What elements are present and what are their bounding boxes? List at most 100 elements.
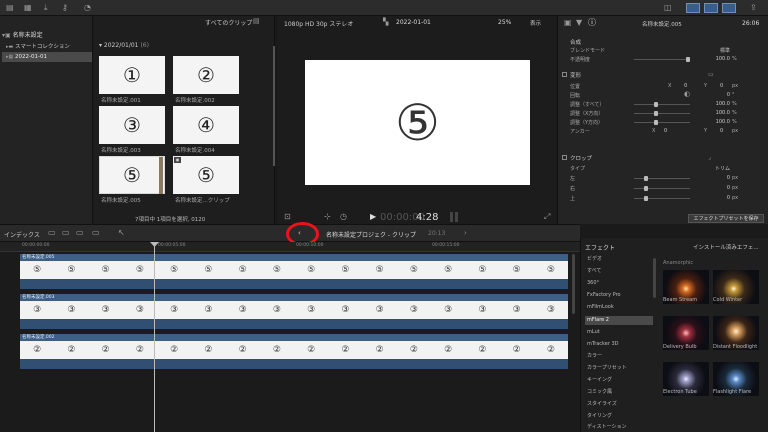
clip-thumbnail[interactable]: ③ bbox=[99, 106, 165, 144]
crop-right-slider[interactable] bbox=[634, 186, 690, 191]
effect-category[interactable]: コミック風 bbox=[585, 388, 653, 397]
transform-overlay-icon[interactable]: ▭ bbox=[708, 70, 714, 80]
blend-mode-dropdown[interactable]: 標準 bbox=[690, 47, 730, 54]
effect-category[interactable]: カラープリセット bbox=[585, 364, 653, 373]
crop-tool-icon[interactable]: ⊡ bbox=[284, 212, 291, 222]
effect-category[interactable]: ディストーション bbox=[585, 423, 653, 432]
timeline-clip-track[interactable]: 名称未設定.002 ② ② ② ② ② ② ② ② ② ② ② ② ② ② ② ② bbox=[20, 334, 568, 369]
timeline-ruler[interactable] bbox=[0, 242, 580, 252]
video-inspector-icon[interactable]: ▣ bbox=[564, 18, 572, 28]
import-icon[interactable]: ⤓ bbox=[44, 3, 48, 13]
clip-thumbnail[interactable]: ① bbox=[99, 56, 165, 94]
select-tool-icon[interactable]: ↖ bbox=[118, 228, 125, 238]
crop-top-slider[interactable] bbox=[634, 196, 690, 201]
share-icon[interactable]: ⇪ bbox=[750, 3, 757, 13]
position-y-value[interactable]: 0 bbox=[720, 83, 723, 89]
effect-category[interactable]: 360° bbox=[585, 279, 653, 288]
timeline-project-title[interactable]: 名称未設定プロジェク - クリップ bbox=[326, 230, 416, 239]
index-button[interactable]: インデックス bbox=[4, 230, 40, 239]
background-tasks-icon[interactable]: ◔ bbox=[84, 3, 91, 13]
transform-checkbox[interactable] bbox=[562, 72, 567, 77]
insert-clip-icon[interactable]: ▭ bbox=[62, 228, 70, 238]
crop-right-value[interactable]: 0 bbox=[690, 185, 730, 191]
slider-knob[interactable] bbox=[654, 111, 658, 116]
scale-all-value[interactable]: 100.0 bbox=[690, 101, 730, 107]
opacity-slider[interactable] bbox=[634, 57, 690, 62]
scale-x-value[interactable]: 100.0 bbox=[690, 110, 730, 116]
browser-view-icon[interactable]: ▤ bbox=[253, 16, 260, 26]
clip-thumbnail[interactable]: ④ bbox=[173, 106, 239, 144]
anchor-x-value[interactable]: 0 bbox=[664, 128, 667, 134]
slider-knob[interactable] bbox=[654, 120, 658, 125]
crop-left-value[interactable]: 0 bbox=[690, 175, 730, 181]
crop-overlay-icon[interactable]: ⌟ bbox=[708, 153, 711, 163]
rotation-value[interactable]: 0 bbox=[690, 92, 730, 98]
effect-category[interactable]: キーイング bbox=[585, 376, 653, 385]
clip-filmstrip[interactable]: ③ ③ ③ ③ ③ ③ ③ ③ ③ ③ ③ ③ ③ ③ ③ ③ bbox=[20, 301, 568, 319]
scale-y-value[interactable]: 100.0 bbox=[690, 119, 730, 125]
clip-thumbnail[interactable]: ② bbox=[173, 56, 239, 94]
append-clip-icon[interactable]: ▭ bbox=[76, 228, 84, 238]
slider-knob[interactable] bbox=[644, 186, 648, 191]
crop-top-value[interactable]: 0 bbox=[690, 195, 730, 201]
effect-category[interactable]: カラー bbox=[585, 352, 653, 361]
overwrite-clip-icon[interactable]: ▭ bbox=[92, 228, 100, 238]
play-button[interactable]: ▶ bbox=[370, 212, 376, 222]
slider-knob[interactable] bbox=[644, 196, 648, 201]
scale-all-slider[interactable] bbox=[634, 102, 690, 107]
browser-toggle-button[interactable] bbox=[686, 3, 700, 13]
clip-filmstrip[interactable]: ⑤ ⑤ ⑤ ⑤ ⑤ ⑤ ⑤ ⑤ ⑤ ⑤ ⑤ ⑤ ⑤ ⑤ ⑤ ⑤ bbox=[20, 261, 568, 279]
effect-category[interactable]: mFilmLook bbox=[585, 303, 653, 312]
timeline-clip-track[interactable]: 名称未設定.003 ③ ③ ③ ③ ③ ③ ③ ③ ③ ③ ③ ③ ③ ③ ③ ③ bbox=[20, 294, 568, 329]
effect-category[interactable]: mTracker 3D bbox=[585, 340, 653, 349]
key-icon[interactable]: ⚷ bbox=[62, 3, 68, 13]
transform-section-title[interactable]: 変形 bbox=[570, 71, 581, 79]
library-icon[interactable]: ▤ bbox=[6, 3, 14, 13]
effect-category-selected[interactable]: mFlare 2 bbox=[585, 316, 653, 325]
save-effect-preset-button[interactable]: エフェクトプリセットを保存 bbox=[688, 214, 764, 223]
effect-category[interactable]: タイリング bbox=[585, 412, 653, 421]
viewer-frame[interactable]: ⑤ bbox=[305, 60, 530, 185]
opacity-value[interactable]: 100.0 bbox=[690, 56, 730, 62]
zoom-dropdown[interactable]: 25% bbox=[498, 19, 511, 26]
playhead[interactable] bbox=[154, 242, 155, 432]
forward-arrow-button[interactable]: › bbox=[464, 229, 467, 237]
slider-knob[interactable] bbox=[654, 102, 658, 107]
transform-tool-icon[interactable]: ⊹ bbox=[324, 212, 331, 222]
timeline-clip-track[interactable]: 名称未設定.005 ⑤ ⑤ ⑤ ⑤ ⑤ ⑤ ⑤ ⑤ ⑤ ⑤ ⑤ ⑤ ⑤ ⑤ ⑤ ⑤ bbox=[20, 254, 568, 289]
layout-icon[interactable]: ◫ bbox=[664, 3, 672, 13]
inspector-toggle-button[interactable] bbox=[722, 3, 736, 13]
crop-type-dropdown[interactable]: トリム bbox=[690, 165, 730, 172]
clip-filmstrip[interactable]: ② ② ② ② ② ② ② ② ② ② ② ② ② ② ② ② bbox=[20, 341, 568, 359]
clips-filter-dropdown[interactable]: すべてのクリップ bbox=[205, 18, 252, 27]
fullscreen-icon[interactable]: ⤢ bbox=[544, 212, 550, 222]
composite-section-title[interactable]: 合成 bbox=[570, 38, 581, 46]
back-arrow-button[interactable]: ‹ bbox=[298, 229, 301, 237]
crop-section-title[interactable]: クロップ bbox=[570, 154, 592, 162]
sidebar-item-event[interactable]: ▸▦ 2022-01-01 bbox=[2, 52, 92, 62]
category-scrollbar[interactable] bbox=[653, 258, 656, 298]
installed-effects-dropdown[interactable]: インストール済みエフェ... bbox=[693, 243, 759, 251]
browser-scrollbar[interactable] bbox=[273, 46, 275, 166]
display-dropdown[interactable]: 表示 bbox=[530, 19, 541, 27]
clip-thumbnail-selected[interactable]: ⑤ bbox=[99, 156, 165, 194]
effect-category[interactable]: すべて bbox=[585, 267, 653, 276]
sidebar-item-smart-collection[interactable]: ▸▬ スマートコレクション bbox=[6, 42, 92, 51]
filter-inspector-icon[interactable]: ▼ bbox=[576, 18, 582, 28]
compound-clip-thumbnail[interactable]: ⑤ bbox=[173, 156, 239, 194]
effect-category[interactable]: mLut bbox=[585, 328, 653, 337]
effect-category[interactable]: ビデオ bbox=[585, 255, 653, 264]
crop-left-slider[interactable] bbox=[634, 176, 690, 181]
speed-icon[interactable]: ◷ bbox=[340, 212, 347, 222]
photos-icon[interactable]: ▦ bbox=[24, 3, 32, 13]
library-row[interactable]: ▾▣ 名称未設定 bbox=[2, 30, 90, 39]
scale-y-slider[interactable] bbox=[634, 120, 690, 125]
info-inspector-icon[interactable]: ⓘ bbox=[588, 18, 596, 28]
timeline-scrollbar[interactable] bbox=[572, 254, 575, 314]
connect-clip-icon[interactable]: ▭ bbox=[48, 228, 56, 238]
timeline-toggle-button[interactable] bbox=[704, 3, 718, 13]
slider-knob[interactable] bbox=[644, 176, 648, 181]
effect-category[interactable]: FxFactory Pro bbox=[585, 291, 653, 300]
date-group-header[interactable]: ▾ 2022/01/01 (6) bbox=[99, 42, 149, 49]
effect-category[interactable]: スタイライズ bbox=[585, 400, 653, 409]
